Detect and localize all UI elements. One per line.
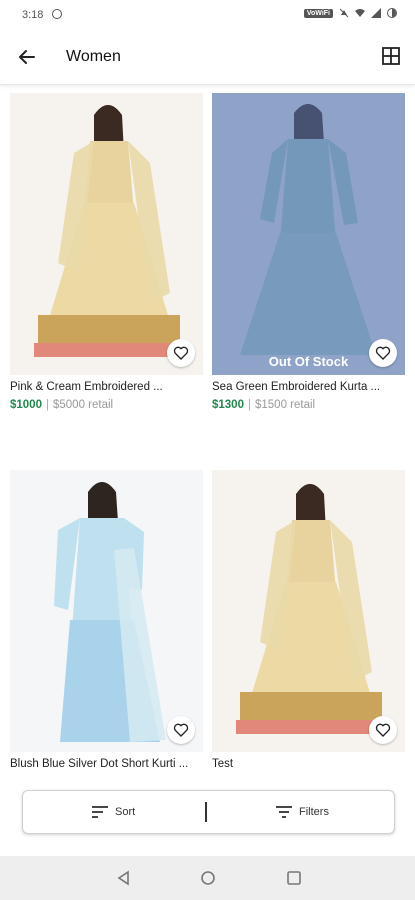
status-time: 3:18: [22, 9, 44, 21]
system-nav-bar: [0, 856, 415, 900]
signal-icon: [371, 8, 381, 18]
data-saver-icon: [52, 9, 62, 19]
product-prices: $1000 | $5000 retail: [10, 399, 203, 411]
product-price: $1000: [10, 399, 42, 411]
sort-label: Sort: [115, 806, 136, 818]
retail-price: $5000 retail: [52, 399, 114, 411]
blue-kurti-figure-image: [10, 470, 203, 752]
battery-icon: [387, 8, 397, 18]
product-image[interactable]: Out Of Stock: [212, 93, 405, 375]
heart-icon: [375, 346, 391, 360]
price-separator: |: [45, 399, 49, 411]
grid-view-icon[interactable]: [381, 46, 401, 66]
product-name[interactable]: Blush Blue Silver Dot Short Kurti ...: [10, 758, 203, 770]
sort-button[interactable]: Sort: [91, 791, 135, 833]
product-card[interactable]: Pink & Cream Embroidered ... $1000 | $5000…: [10, 93, 203, 411]
product-name[interactable]: Pink & Cream Embroidered ...: [10, 381, 203, 393]
wishlist-heart-button[interactable]: [369, 339, 397, 367]
app-bar: Women: [0, 30, 415, 85]
wishlist-heart-button[interactable]: [167, 339, 195, 367]
product-image[interactable]: [212, 470, 405, 752]
filter-icon: [276, 806, 292, 818]
wishlist-heart-button[interactable]: [167, 716, 195, 744]
filters-label: Filters: [299, 806, 329, 818]
out-of-stock-overlay: [212, 93, 405, 375]
heart-icon: [173, 346, 189, 360]
product-image[interactable]: [10, 470, 203, 752]
product-card[interactable]: Blush Blue Silver Dot Short Kurti ...: [10, 470, 203, 770]
lehenga-figure-image: [212, 470, 405, 752]
product-price: $1300: [212, 399, 244, 411]
recents-square-icon[interactable]: [284, 868, 304, 888]
product-card[interactable]: Test: [212, 470, 405, 770]
sort-filter-divider: [205, 802, 207, 822]
page-title: Women: [66, 48, 121, 65]
filters-button[interactable]: Filters: [275, 791, 329, 833]
price-separator: |: [247, 399, 251, 411]
sort-filter-bar: Sort Filters: [22, 790, 395, 834]
heart-icon: [375, 723, 391, 737]
heart-icon: [173, 723, 189, 737]
sort-icon: [92, 806, 108, 818]
wishlist-heart-button[interactable]: [369, 716, 397, 744]
product-prices: $1300 | $1500 retail: [212, 399, 405, 411]
product-name[interactable]: Sea Green Embroidered Kurta ...: [212, 381, 405, 393]
arrow-left-icon[interactable]: [14, 44, 40, 70]
product-name[interactable]: Test: [212, 758, 405, 770]
lehenga-figure-image: [10, 93, 203, 375]
vowifi-badge: VoWiFi: [303, 8, 333, 18]
retail-price: $1500 retail: [254, 399, 316, 411]
status-icons: VoWiFi: [303, 8, 397, 18]
status-bar: 3:18 VoWiFi: [0, 0, 415, 30]
product-card[interactable]: Out Of Stock Sea Green Embroidered Kurta…: [212, 93, 405, 411]
back-triangle-icon[interactable]: [114, 868, 134, 888]
wifi-icon: [355, 9, 365, 17]
home-circle-icon[interactable]: [198, 868, 218, 888]
product-image[interactable]: [10, 93, 203, 375]
mute-icon: [339, 8, 349, 18]
